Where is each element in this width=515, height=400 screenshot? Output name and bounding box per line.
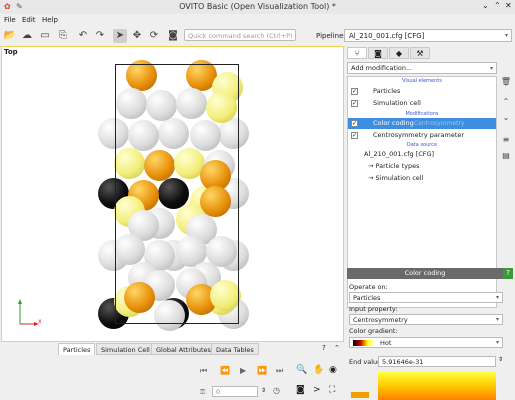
list-item-particle-types[interactable]: → Particle types	[348, 161, 496, 172]
camera-icon[interactable]: ◙	[296, 385, 305, 395]
chevron-down-icon: ▾	[495, 339, 499, 346]
spinner-arrows-icon[interactable]: ⇕	[261, 387, 266, 394]
delete-icon[interactable]: 🗑	[500, 76, 512, 88]
tab-particles[interactable]: Particles	[58, 343, 96, 355]
minimize-icon[interactable]: ⌄	[482, 1, 489, 10]
end-value-input[interactable]: 5.91646e-31	[378, 356, 496, 367]
pan-hand-icon[interactable]: ✋	[313, 365, 324, 375]
tab-render[interactable]: ◙	[368, 47, 388, 59]
zoom-icon[interactable]: 🔍	[296, 365, 307, 375]
clock-icon[interactable]: ◷	[273, 386, 280, 395]
tab-simulation-cell[interactable]: Simulation Cell	[96, 343, 155, 355]
color-legend-bar	[378, 372, 496, 400]
section-modifications: Modifications	[405, 111, 439, 117]
command-panel: ⑂ ◙ ◆ ⚒ Add modification... ▾ Visual ele…	[345, 46, 515, 400]
add-modification-label: Add modification...	[351, 64, 413, 72]
checkbox-particles[interactable]: ✓	[351, 88, 358, 95]
input-property-label: Input property:	[349, 305, 398, 313]
zoom-all-icon[interactable]: ⛶	[329, 385, 335, 395]
maximize-icon[interactable]: ⌃	[494, 1, 501, 10]
axis-x-label: x	[38, 318, 42, 325]
tab-data-tables[interactable]: Data Tables	[211, 343, 259, 355]
help-icon[interactable]: ?	[322, 344, 326, 352]
operate-on-label: Operate on:	[349, 283, 388, 291]
frame-spinner[interactable]: 0	[212, 386, 258, 397]
checkbox-centrosymmetry[interactable]: ✓	[351, 132, 358, 139]
list-item-simulation-cell[interactable]: ✓ Simulation cell	[348, 98, 496, 109]
list-item-centrosymmetry[interactable]: ✓ Centrosymmetry parameter	[348, 130, 496, 141]
templates-icon[interactable]: ▤	[500, 150, 512, 162]
tab-pipeline[interactable]: ⑂	[347, 47, 367, 59]
list-item-data-source[interactable]: Al_210_001.cfg [CFG]	[348, 149, 496, 160]
chevron-down-icon: ▾	[495, 316, 499, 323]
step-back-icon[interactable]: ⏪	[220, 366, 230, 375]
axis-tripod-icon	[18, 299, 39, 326]
input-property-select[interactable]: Centrosymmetry ▾	[349, 314, 503, 325]
chevron-down-icon: ▾	[495, 294, 499, 301]
close-icon[interactable]: ✕	[505, 1, 512, 10]
pipeline-selected: Al_210_001.cfg [CFG]	[349, 32, 425, 40]
color-gradient-select[interactable]: Hot ▾	[349, 337, 503, 348]
add-modification-dropdown[interactable]: Add modification... ▾	[347, 62, 497, 74]
tab-utilities[interactable]: ⚒	[410, 47, 430, 59]
tab-global-attributes[interactable]: Global Attributes	[151, 343, 216, 355]
group-icon[interactable]: ≡	[500, 134, 512, 146]
collapse-icon[interactable]: ⌃	[334, 344, 340, 352]
checkbox-simulation-cell[interactable]: ✓	[351, 100, 358, 107]
section-visual-elements: Visual elements	[402, 78, 442, 84]
move-down-icon[interactable]: ⌄	[500, 112, 512, 124]
data-inspector-tabs: Particles Simulation Cell Global Attribu…	[0, 342, 344, 356]
section-data-source: Data source	[406, 142, 438, 148]
swap-icon[interactable]	[351, 392, 369, 398]
simulation-cell-outline	[115, 64, 239, 324]
chevron-down-icon: ▾	[504, 32, 508, 39]
key-icon[interactable]: ⚿	[200, 388, 205, 397]
list-item-source-cell[interactable]: → Simulation cell	[348, 173, 496, 184]
color-coding-panel-title: Color coding	[347, 268, 503, 279]
animation-bar: ⏮ ⏪ ▶ ⏩ ⏭ ⚿ 0 ⇕ ◷ 🔍 ✋ ◉ ◙ > ⛶	[0, 356, 344, 400]
chevron-down-icon: ▾	[489, 65, 493, 72]
color-coding-status: Centrosymmetry	[414, 120, 465, 127]
gradient-swatch	[353, 340, 375, 346]
fov-icon[interactable]: >	[313, 385, 321, 395]
step-forward-icon[interactable]: ⏩	[257, 366, 267, 375]
tab-overlays[interactable]: ◆	[389, 47, 409, 59]
checkbox-color-coding[interactable]: ✓	[351, 120, 358, 127]
jump-start-icon[interactable]: ⏮	[200, 366, 207, 376]
operate-on-select[interactable]: Particles ▾	[349, 292, 503, 303]
play-icon[interactable]: ▶	[240, 366, 246, 375]
move-up-icon[interactable]: ⌃	[500, 96, 512, 108]
list-item-particles[interactable]: ✓ Particles	[348, 86, 496, 97]
color-gradient-label: Color gradient:	[349, 327, 398, 335]
orbit-icon[interactable]: ◉	[329, 365, 337, 375]
list-item-color-coding[interactable]: ✓ Color coding Centrosymmetry	[348, 118, 496, 129]
spinner-arrows-icon[interactable]: ⇕	[498, 356, 503, 363]
pipeline-selector[interactable]: Al_210_001.cfg [CFG] ▾	[344, 29, 512, 42]
jump-end-icon[interactable]: ⏭	[276, 366, 283, 376]
help-button[interactable]: ?	[503, 268, 513, 279]
